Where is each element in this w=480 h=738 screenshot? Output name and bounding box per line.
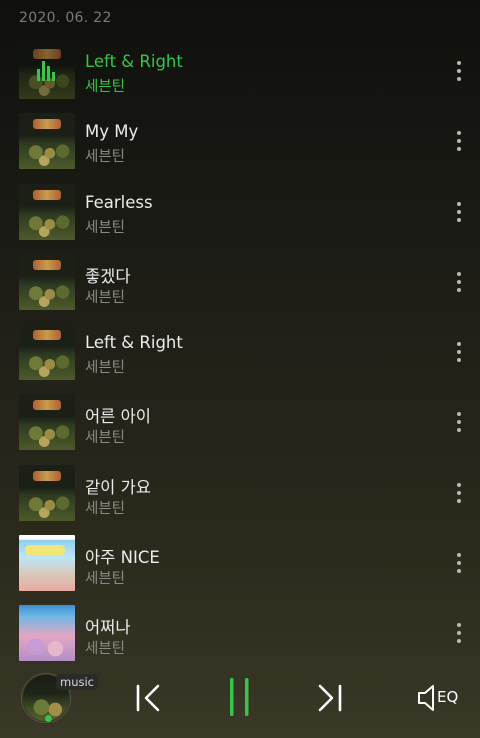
dot <box>457 69 461 73</box>
next-track-button[interactable] <box>316 682 344 714</box>
dot <box>457 569 461 574</box>
dot <box>457 342 461 347</box>
pause-button[interactable] <box>226 676 254 718</box>
more-options-icon[interactable] <box>449 128 469 154</box>
track-row[interactable]: Left & Right 세븐틴 <box>0 36 480 106</box>
track-row[interactable]: 어쩌나세븐틴 <box>0 598 480 668</box>
track-title: 좋겠다 <box>85 266 131 286</box>
album-art-thumbnail <box>19 253 75 310</box>
dot <box>457 271 461 276</box>
dot <box>457 217 461 222</box>
dot <box>457 358 461 363</box>
album-logo <box>33 470 61 481</box>
album-logo <box>33 400 61 411</box>
dot <box>457 279 461 284</box>
track-artist: 세븐틴 <box>85 430 126 447</box>
music-badge: music <box>56 674 99 690</box>
now-playing-equalizer-icon <box>19 43 75 99</box>
dot <box>457 131 461 136</box>
track-row[interactable]: Fearless 세븐틴 <box>0 177 480 247</box>
dot <box>457 482 461 487</box>
dot <box>457 631 461 636</box>
track-row[interactable]: 같이 가요세븐틴 <box>0 458 480 528</box>
track-row[interactable]: 좋겠다세븐틴 <box>0 247 480 317</box>
more-options-icon[interactable] <box>449 620 469 646</box>
dot <box>457 553 461 558</box>
more-options-icon[interactable] <box>449 550 469 576</box>
dot <box>457 287 461 292</box>
dot <box>457 623 461 628</box>
equalizer-bar <box>37 69 40 81</box>
skip-previous-icon <box>136 684 160 712</box>
player-bar: music EQ <box>0 662 480 738</box>
eq-button[interactable]: EQ <box>416 682 462 714</box>
track-row[interactable]: Left & Right 세븐틴 <box>0 317 480 387</box>
date-header: 2020. 06. 22 <box>19 10 112 26</box>
track-artist: 세븐틴 <box>85 289 126 306</box>
equalizer-bar <box>42 61 45 81</box>
album-art-thumbnail <box>19 605 75 662</box>
track-row[interactable]: 어른 아이세븐틴 <box>0 387 480 457</box>
track-title: 어른 아이 <box>85 407 151 427</box>
dot <box>457 77 461 81</box>
dot <box>457 428 461 433</box>
album-art-thumbnail <box>19 464 75 521</box>
dot <box>457 147 461 152</box>
dot <box>457 139 461 144</box>
dot <box>457 490 461 495</box>
album-logo <box>33 330 61 341</box>
track-title: Fearless <box>85 192 153 212</box>
dot <box>457 350 461 355</box>
track-artist: 세븐틴 <box>85 79 126 95</box>
track-row[interactable]: My My 세븐틴 <box>0 106 480 176</box>
album-logo <box>33 189 61 200</box>
dot <box>457 639 461 644</box>
track-artist: 세븐틴 <box>85 500 126 517</box>
track-title: My My <box>85 122 139 142</box>
more-options-icon[interactable] <box>449 199 469 225</box>
more-options-icon[interactable] <box>449 339 469 365</box>
album-art-thumbnail <box>19 394 75 451</box>
dot <box>457 209 461 214</box>
dot <box>457 412 461 417</box>
track-title: 어쩌나 <box>85 618 131 638</box>
album-art-thumbnail <box>19 324 75 381</box>
track-artist: 세븐틴 <box>85 641 126 658</box>
track-title: Left & Right <box>85 52 183 71</box>
track-artist: 세븐틴 <box>85 360 126 377</box>
more-options-icon[interactable] <box>449 409 469 435</box>
dot <box>457 420 461 425</box>
dot <box>457 61 461 65</box>
track-title: Left & Right <box>85 333 183 353</box>
previous-track-button[interactable] <box>134 682 162 714</box>
album-logo <box>33 119 61 130</box>
track-title: 같이 가요 <box>85 477 151 497</box>
equalizer-bar <box>52 72 55 81</box>
dot <box>457 201 461 206</box>
track-list: Left & Right 세븐틴 My My 세븐틴 Fearless 세븐틴 좋겠다 세븐틴… <box>0 36 480 669</box>
more-options-icon[interactable] <box>449 480 469 506</box>
dot <box>457 498 461 503</box>
skip-next-icon <box>318 684 342 712</box>
album-art-thumbnail <box>19 183 75 240</box>
track-artist: 세븐틴 <box>85 219 126 236</box>
pause-icon <box>230 678 249 716</box>
speaker-icon <box>418 685 434 711</box>
album-art-thumbnail <box>19 113 75 170</box>
track-row[interactable]: 아주 NICE 세븐틴 <box>0 528 480 598</box>
album-art-thumbnail <box>19 535 75 592</box>
more-options-icon[interactable] <box>449 269 469 295</box>
eq-label: EQ <box>437 688 459 706</box>
track-title: 아주 NICE <box>85 548 160 568</box>
dot <box>457 561 461 566</box>
album-logo <box>33 259 61 270</box>
progress-indicator-dot <box>45 715 52 722</box>
album-logo <box>25 545 65 556</box>
track-artist: 세븐틴 <box>85 571 126 588</box>
more-options-icon[interactable] <box>449 58 469 84</box>
track-artist: 세븐틴 <box>85 149 126 166</box>
equalizer-bar <box>47 66 50 81</box>
album-art-thumbnail <box>19 43 75 99</box>
